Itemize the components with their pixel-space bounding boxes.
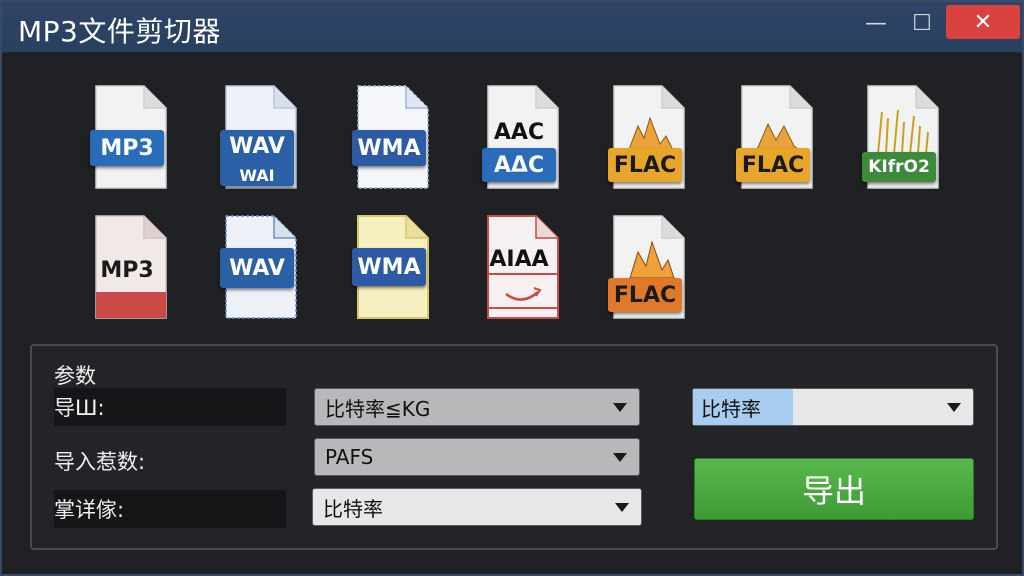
file-type-label: WMA (352, 248, 426, 286)
maximize-button[interactable]: ☐ (900, 6, 944, 40)
flac-file-icon-3[interactable]: FLAC (604, 212, 694, 322)
close-button[interactable]: ✕ (946, 5, 1020, 39)
flac-file-icon-2[interactable]: FLAC (732, 82, 822, 192)
archive-file-icon[interactable]: KIfrO2 (858, 82, 948, 192)
select-value: 比特率 (323, 496, 383, 521)
file-type-sublabel: WAI (239, 165, 275, 185)
file-format-grid: MP3 WAV WAI WMA AAC AΔC FLAC FLAC KIfrO2… (2, 62, 1022, 332)
select-value: 比特率≦KG (325, 396, 431, 421)
file-type-label: FLAC (608, 148, 682, 182)
aac-file-icon[interactable]: AAC AΔC (478, 82, 568, 192)
wma-file-icon[interactable]: WMA (348, 82, 438, 192)
file-type-label: KIfrO2 (862, 152, 936, 182)
file-type-label: MP3 (100, 257, 154, 283)
window-title: MP3文件剪切器 (18, 15, 221, 48)
file-type-label: WAV (220, 248, 294, 288)
aiaa-file-icon[interactable]: AIAA (478, 212, 568, 322)
import-params-label: 导入惹数: (54, 450, 146, 474)
export-label: 导Ш: (54, 388, 286, 426)
chevron-down-icon (613, 403, 627, 412)
file-type-label: FLAC (736, 148, 810, 182)
chevron-down-icon (615, 503, 629, 512)
section-title: 参数 (54, 364, 96, 388)
file-type-label: FLAC (608, 278, 682, 312)
file-type-label: WMA (352, 130, 426, 166)
chevron-down-icon (947, 403, 961, 412)
file-type-label: AIAA (489, 246, 549, 272)
flac-file-icon[interactable]: FLAC (604, 82, 694, 192)
mp3-file-icon[interactable]: MP3 (86, 82, 176, 192)
bitrate-select-1[interactable]: 比特率≦KG (314, 388, 640, 426)
bitrate-select-2[interactable]: 比特率 (692, 388, 974, 426)
select-value: 比特率 (693, 389, 793, 425)
file-type-label: AAC (493, 119, 545, 145)
parameters-panel: 参数 导Ш: 比特率≦KG 比特率 导入惹数: PAFS 掌详傢: 比特率 导出 (30, 344, 998, 550)
wav-file-icon-2[interactable]: WAV (216, 212, 306, 322)
title-bar: MP3文件剪切器 — ☐ ✕ (2, 2, 1022, 53)
details-label: 掌详傢: (54, 490, 286, 528)
app-window: MP3文件剪切器 — ☐ ✕ MP3 WAV WAI WMA AAC AΔC F… (0, 0, 1024, 576)
bitrate-select-3[interactable]: 比特率 (312, 488, 642, 526)
export-button[interactable]: 导出 (694, 458, 974, 520)
wav-file-icon[interactable]: WAV WAI (216, 82, 306, 192)
wma-file-icon-2[interactable]: WMA (348, 212, 438, 322)
mp3-file-icon-red[interactable]: MP3 (86, 212, 176, 322)
format-select[interactable]: PAFS (314, 438, 640, 476)
file-type-label: MP3 (90, 130, 164, 166)
select-value: PAFS (325, 445, 374, 469)
minimize-button[interactable]: — (854, 6, 898, 40)
file-type-sublabel: AΔC (482, 148, 556, 182)
chevron-down-icon (613, 453, 627, 462)
